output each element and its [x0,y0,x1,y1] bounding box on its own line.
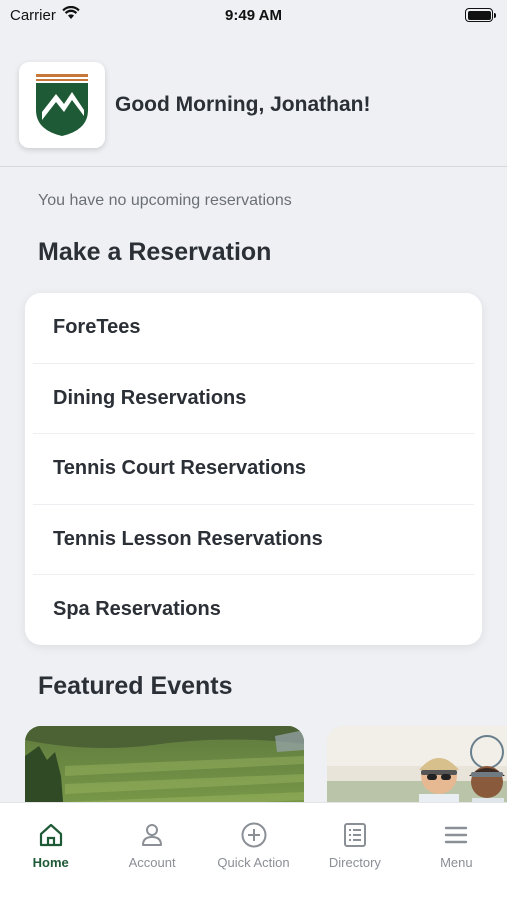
greeting-text: Good Morning, Jonathan! [115,93,371,116]
tab-account[interactable]: Account [101,803,202,900]
tab-menu[interactable]: Menu [406,803,507,900]
reservation-item-tennis-lesson[interactable]: Tennis Lesson Reservations [33,505,474,575]
club-logo [19,62,105,148]
tab-directory-label: Directory [328,855,381,870]
tab-home-label: Home [32,855,69,870]
reservation-item-tennis-court[interactable]: Tennis Court Reservations [33,434,474,505]
reservation-item-spa[interactable]: Spa Reservations [33,575,474,645]
tab-directory[interactable]: Directory [304,803,405,900]
status-bar: Carrier 9:49 AM [0,0,507,30]
status-left: Carrier [10,5,80,24]
tab-account-label: Account [128,855,176,870]
plus-circle-icon [241,822,267,848]
featured-events-title: Featured Events [38,672,233,700]
tab-menu-label: Menu [440,855,473,870]
carrier-label: Carrier [10,6,56,24]
club-crest-icon [36,74,88,136]
tab-bar: Home Account Quick Action Directory Menu [0,802,507,900]
reservation-item-dining[interactable]: Dining Reservations [33,364,474,434]
header-divider [0,166,507,167]
tab-quick-action[interactable]: Quick Action [203,803,304,900]
tab-home[interactable]: Home [0,803,101,900]
reservation-item-foretees[interactable]: ForeTees [33,293,474,364]
battery-icon [465,8,496,22]
list-icon [343,823,366,847]
wifi-icon [62,5,80,24]
reservation-list: ForeTees Dining Reservations Tennis Cour… [25,293,482,645]
header: Good Morning, Jonathan! [19,62,488,148]
make-reservation-title: Make a Reservation [38,238,272,266]
tab-quick-action-label: Quick Action [217,855,290,870]
no-reservations-text: You have no upcoming reservations [38,192,292,209]
home-icon [39,823,62,847]
hamburger-icon [445,826,468,844]
person-icon [142,824,163,846]
